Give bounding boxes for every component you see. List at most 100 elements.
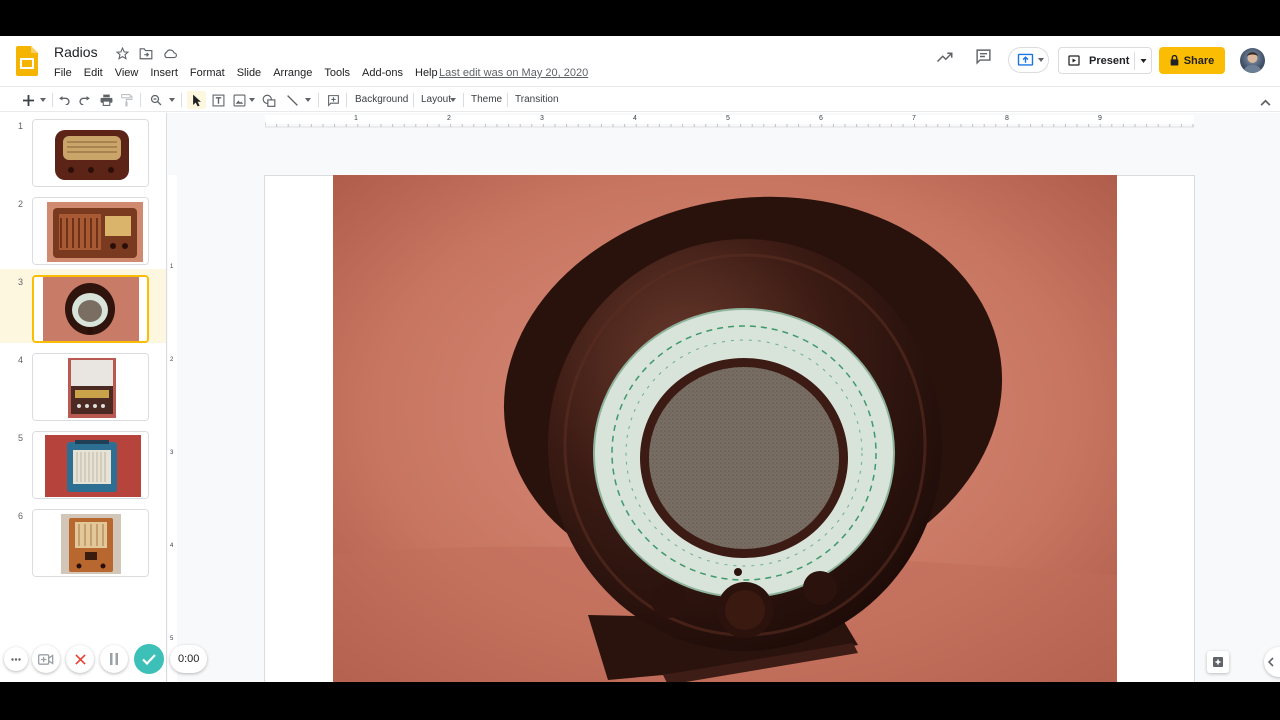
account-avatar[interactable] xyxy=(1240,48,1265,73)
filmstrip-slide-5[interactable]: 5 xyxy=(0,425,166,499)
menu-slide[interactable]: Slide xyxy=(231,66,267,80)
background-button[interactable]: Background xyxy=(355,94,408,106)
slide-thumbnail[interactable] xyxy=(32,431,149,499)
toolbar-separator xyxy=(318,93,319,107)
cloud-saved-icon[interactable] xyxy=(162,45,178,61)
video-camera-icon xyxy=(38,653,54,665)
menu-add-ons[interactable]: Add-ons xyxy=(356,66,409,80)
vruler-label-2: 2 xyxy=(170,357,174,363)
star-icon[interactable] xyxy=(114,45,130,61)
recorder-timer: 0:00 xyxy=(170,645,208,673)
recorder-more-button[interactable] xyxy=(4,647,28,671)
slide-thumbnail[interactable] xyxy=(32,353,149,421)
select-cursor-icon[interactable] xyxy=(187,91,206,109)
filmstrip-slide-1[interactable]: 1 xyxy=(0,113,166,187)
toolbar: Background Layout Theme Transition xyxy=(0,86,1280,112)
shape-icon[interactable] xyxy=(261,92,277,108)
image-caret-icon[interactable] xyxy=(247,92,257,108)
zoom-icon[interactable] xyxy=(148,92,164,108)
menu-format[interactable]: Format xyxy=(184,66,231,80)
text-box-icon[interactable] xyxy=(210,92,226,108)
slide-thumbnail[interactable] xyxy=(32,275,149,343)
ruler-label-3: 3 xyxy=(540,115,544,122)
present-button[interactable]: Present xyxy=(1058,47,1152,74)
toolbar-separator xyxy=(413,93,414,107)
slide-thumbnail[interactable] xyxy=(32,509,149,577)
slide-thumbnail[interactable] xyxy=(32,197,149,265)
ruler-label-8: 8 xyxy=(1005,115,1009,122)
recorder-finish-button[interactable] xyxy=(134,644,164,674)
slide-filmstrip[interactable]: 1 2 3 4 5 6 xyxy=(0,113,166,682)
ruler-label-7: 7 xyxy=(912,115,916,122)
menu-tools[interactable]: Tools xyxy=(318,66,356,80)
line-icon[interactable] xyxy=(284,92,300,108)
vruler-label-5: 5 xyxy=(170,636,174,642)
filmstrip-slide-6[interactable]: 6 xyxy=(0,503,166,577)
paint-format-icon[interactable] xyxy=(119,92,135,108)
lock-icon xyxy=(1170,55,1179,66)
menu-bar: File Edit View Insert Format Slide Arran… xyxy=(48,66,444,80)
present-label: Present xyxy=(1089,54,1130,67)
add-comment-icon[interactable] xyxy=(325,92,341,108)
meet-present-button[interactable] xyxy=(1008,47,1049,73)
toolbar-separator xyxy=(140,93,141,107)
last-edit-link[interactable]: Last edit was on May 20, 2020 xyxy=(439,66,588,80)
screen-recorder-controls: 0:00 xyxy=(4,643,208,675)
recorder-pause-button[interactable] xyxy=(100,645,128,673)
toolbar-separator xyxy=(507,93,508,107)
new-slide-plus-icon[interactable] xyxy=(20,92,36,108)
collapse-menus-chevron-up-icon[interactable] xyxy=(1260,93,1271,111)
menu-file[interactable]: File xyxy=(48,66,78,80)
vertical-ruler[interactable]: 1 2 3 4 5 xyxy=(168,175,177,682)
filmstrip-slide-4[interactable]: 4 xyxy=(0,347,166,421)
toolbar-separator xyxy=(463,93,464,107)
share-button[interactable]: Share xyxy=(1159,47,1225,74)
activity-trend-icon[interactable] xyxy=(936,48,954,71)
toolbar-separator xyxy=(52,93,53,107)
slides-logo-icon[interactable] xyxy=(16,46,38,76)
slide-number: 1 xyxy=(18,121,24,131)
undo-icon[interactable] xyxy=(55,92,71,108)
menu-view[interactable]: View xyxy=(109,66,145,80)
pause-icon xyxy=(110,653,118,665)
comment-history-icon[interactable] xyxy=(975,48,992,70)
theme-button[interactable]: Theme xyxy=(471,94,502,106)
vruler-label-3: 3 xyxy=(170,450,174,456)
menu-insert[interactable]: Insert xyxy=(144,66,184,80)
recorder-cancel-button[interactable] xyxy=(66,645,94,673)
slide-radio-image[interactable] xyxy=(333,175,1117,682)
more-dots-icon xyxy=(11,657,21,661)
explore-button[interactable] xyxy=(1207,651,1229,673)
layout-button[interactable]: Layout xyxy=(421,94,451,106)
slide-thumbnail[interactable] xyxy=(32,119,149,187)
new-slide-layout-caret-icon[interactable] xyxy=(38,92,48,108)
share-label: Share xyxy=(1183,54,1215,67)
layout-caret-icon[interactable] xyxy=(449,92,457,108)
slide-number: 5 xyxy=(18,433,24,443)
slide-number: 3 xyxy=(18,277,24,287)
present-to-meeting-icon xyxy=(1017,53,1034,66)
print-icon[interactable] xyxy=(98,92,114,108)
vruler-label-1: 1 xyxy=(170,264,174,270)
menu-edit[interactable]: Edit xyxy=(78,66,109,80)
horizontal-ruler[interactable]: 1 2 3 4 5 6 7 8 9 xyxy=(264,115,1194,128)
slide-number: 4 xyxy=(18,355,24,365)
slide-number: 2 xyxy=(18,199,24,209)
ruler-label-1: 1 xyxy=(354,115,358,122)
redo-icon[interactable] xyxy=(77,92,93,108)
filmstrip-slide-3[interactable]: 3 xyxy=(0,269,166,343)
vruler-label-4: 4 xyxy=(170,543,174,549)
present-options-caret[interactable] xyxy=(1134,52,1147,70)
document-title[interactable]: Radios xyxy=(54,44,98,60)
menu-arrange[interactable]: Arrange xyxy=(267,66,318,80)
explore-sparkle-icon xyxy=(1213,657,1223,667)
filmstrip-slide-2[interactable]: 2 xyxy=(0,191,166,265)
letterbox-bottom xyxy=(0,682,1280,720)
line-caret-icon[interactable] xyxy=(303,92,313,108)
filmstrip-divider[interactable] xyxy=(166,113,167,682)
insert-image-icon[interactable] xyxy=(231,92,247,108)
recorder-camera-button[interactable] xyxy=(32,645,60,673)
move-folder-icon[interactable] xyxy=(138,45,154,61)
zoom-caret-icon[interactable] xyxy=(167,92,177,108)
transition-button[interactable]: Transition xyxy=(515,94,559,106)
